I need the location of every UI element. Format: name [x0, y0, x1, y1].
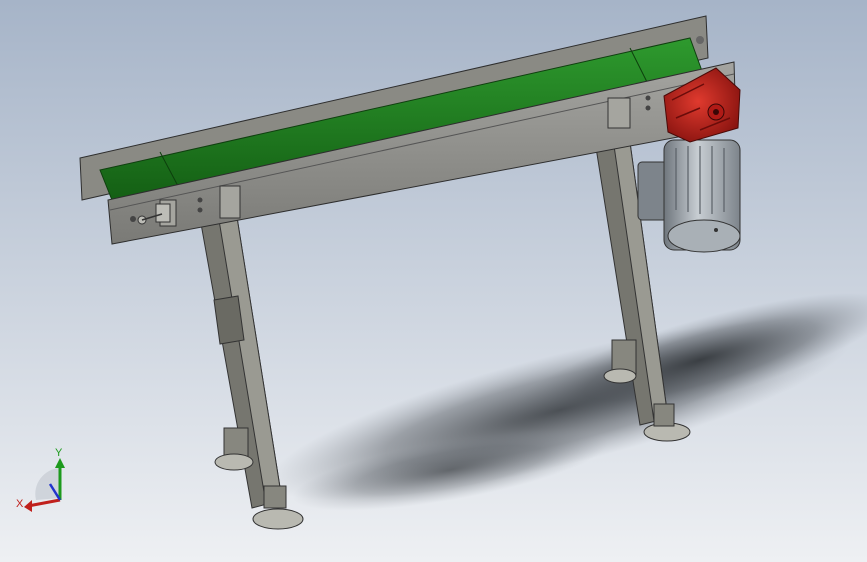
model-scene[interactable]: Y X — [0, 0, 867, 562]
y-axis-label: Y — [55, 447, 63, 459]
x-axis-label: X — [16, 498, 24, 510]
graphics-viewport[interactable]: Y X — [0, 0, 867, 562]
